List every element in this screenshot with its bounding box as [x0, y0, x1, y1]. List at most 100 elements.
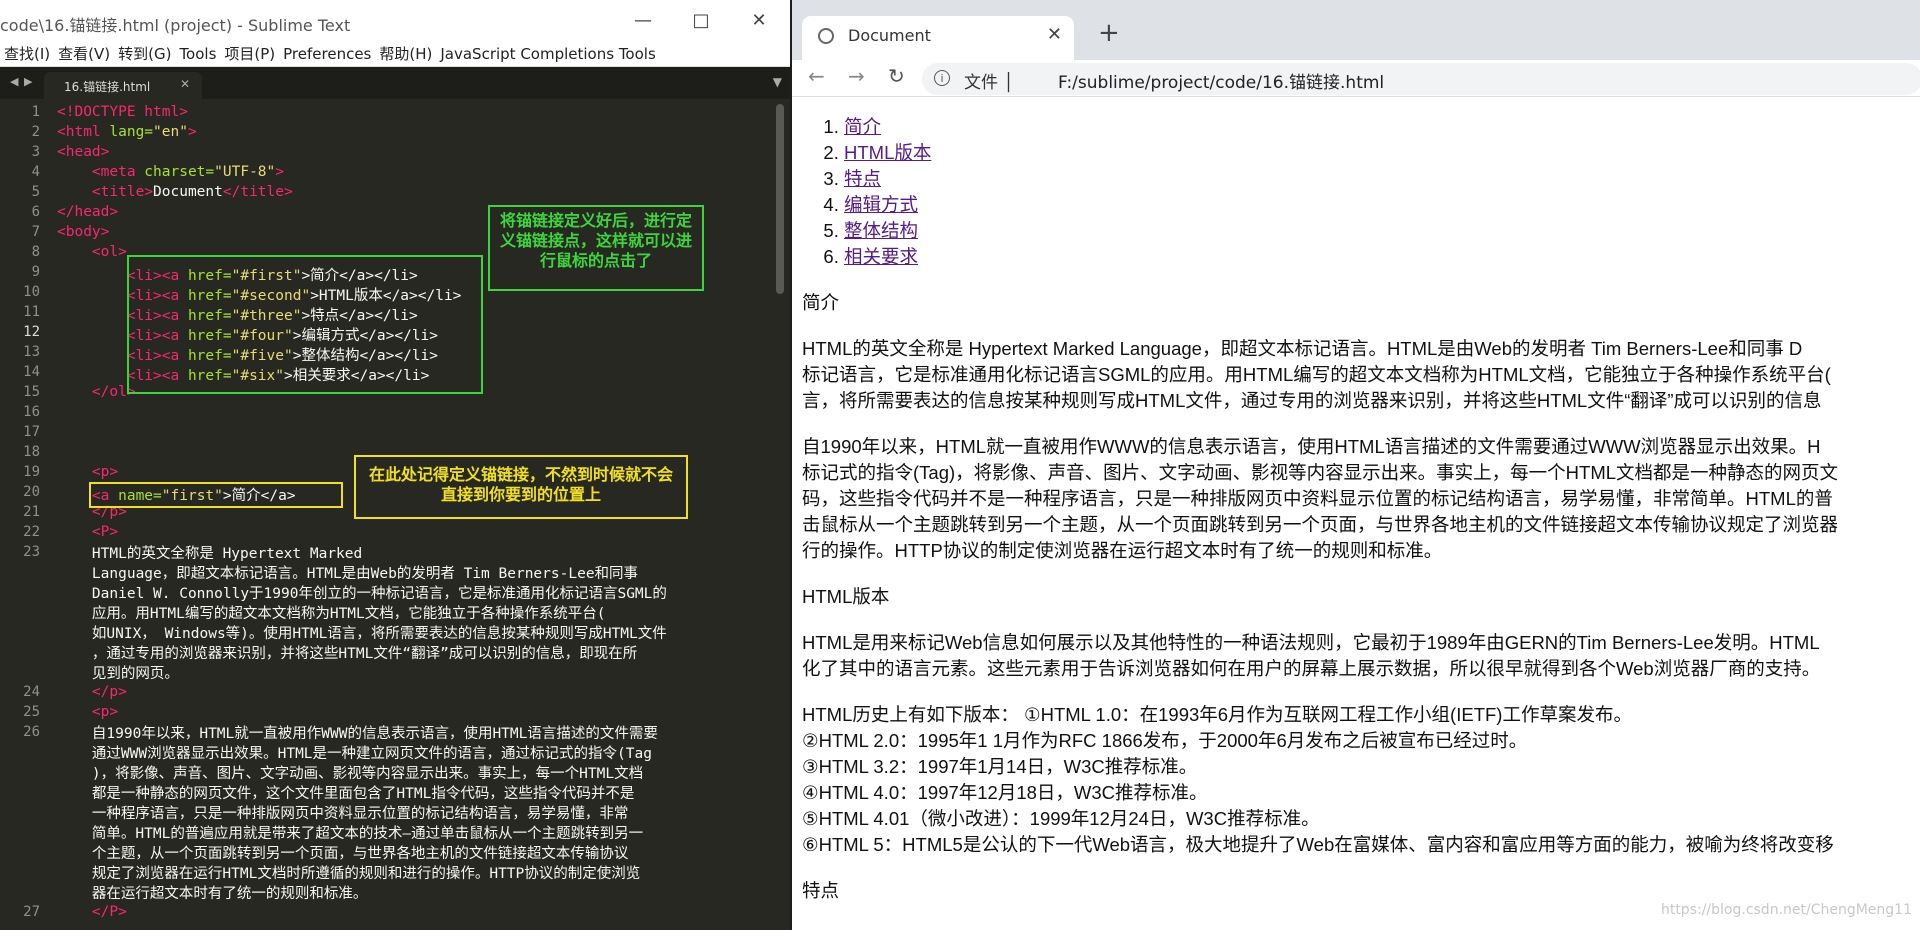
line-number: 18 [23, 444, 40, 460]
file-label-text: 文件 [964, 73, 998, 93]
code-line-22: <P> [57, 524, 119, 540]
link-intro[interactable]: 简介 [844, 116, 881, 137]
sublime-tab-bar: ◀ ▶ 16.锚链接.html ✕ ▼ [0, 67, 790, 99]
menu-tools[interactable]: Tools [175, 42, 220, 66]
menu-help[interactable]: 帮助(H) [375, 42, 436, 66]
forward-arrow-icon[interactable]: → [848, 64, 865, 88]
code-token: lang= [100, 124, 154, 140]
editor-scrollbar[interactable] [776, 104, 784, 294]
menu-goto[interactable]: 转到(G) [114, 42, 175, 66]
code-token: "en" [153, 124, 188, 140]
browser-tab-bar: Document ✕ + [792, 0, 1920, 60]
code-token: Document [153, 184, 223, 200]
close-icon[interactable]: ✕ [748, 10, 770, 32]
green-highlight-box [127, 255, 483, 394]
tab-close-icon[interactable]: ✕ [180, 77, 190, 91]
menu-project[interactable]: 项目(P) [220, 42, 279, 66]
line-number: 21 [23, 504, 40, 520]
browser-window: Document ✕ + ← → ↻ i 文件 │ F:/sublime/pro… [792, 0, 1920, 930]
version-line: ⑤HTML 4.01（微小改进）：1999年12月24日，W3C推荐标准。 [802, 808, 1320, 829]
line-number: 16 [23, 404, 40, 420]
line-number-current: 12 [23, 324, 40, 340]
code-line-24: </p> [57, 684, 127, 700]
list-item: 编辑方式 [844, 192, 1920, 218]
sublime-menu-bar: 查找(I) 查看(V) 转到(G) Tools 项目(P) Preferences 帮助(H… [0, 42, 790, 67]
line-number: 27 [23, 904, 40, 920]
list-item: 整体结构 [844, 218, 1920, 244]
tab-left-arrow-icon[interactable]: ◀ [10, 75, 18, 88]
line-number: 10 [23, 284, 40, 300]
code-line-26: 自1990年以来，HTML就一直被用作WWW的信息表示语言，使用HTML语言描述… [91, 726, 658, 902]
line-number: 26 [23, 724, 40, 740]
link-requirements[interactable]: 相关要求 [844, 246, 918, 267]
tab-list-dropdown-icon[interactable]: ▼ [773, 75, 782, 89]
line-number: 14 [23, 364, 40, 380]
code-token: "UTF-8" [214, 164, 276, 180]
code-line-3: <head> [57, 144, 110, 160]
line-number: 25 [23, 704, 40, 720]
link-structure[interactable]: 整体结构 [844, 220, 918, 241]
page-content: 简介 HTML版本 特点 编辑方式 整体结构 相关要求 简介 HTML的英文全称… [802, 114, 1920, 904]
line-number: 19 [23, 464, 40, 480]
version-line: HTML历史上有如下版本： ①HTML 1.0：在1993年6月作为互联网工程工… [802, 704, 1632, 725]
paragraph-line: 化了其中的语言元素。这些元素用于告诉浏览器如何在用户的屏幕上展示数据，所以很早就… [802, 658, 1821, 679]
menu-preferences[interactable]: Preferences [279, 42, 375, 66]
browser-tab[interactable]: Document ✕ [802, 16, 1074, 60]
paragraph-line: HTML的英文全称是 Hypertext Marked Language，即超文… [802, 338, 1803, 359]
yellow-highlight-box [89, 482, 343, 508]
tab-close-icon[interactable]: ✕ [1047, 24, 1062, 45]
line-number: 1 [31, 104, 40, 120]
paragraph-line: 言，将所需要表达的信息按某种规则写成HTML文件，通过专用的浏览器来识别，并将这… [802, 390, 1822, 411]
paragraph-line: 自1990年以来，HTML就一直被用作WWW的信息表示语言，使用HTML语言描述… [802, 436, 1821, 457]
version-line: ②HTML 2.0：1995年1 1月作为RFC 1866发布，于2000年6月… [802, 730, 1528, 751]
file-tab[interactable]: 16.锚链接.html ✕ [44, 72, 202, 99]
minimize-icon[interactable]: — [632, 10, 654, 32]
code-token: > [275, 164, 284, 180]
line-number: 22 [23, 524, 40, 540]
list-item: 相关要求 [844, 244, 1920, 270]
browser-toolbar: ← → ↻ i 文件 │ F:/sublime/project/code/16.… [792, 60, 1920, 97]
maximize-icon[interactable]: □ [690, 10, 712, 32]
link-html-version[interactable]: HTML版本 [844, 142, 931, 163]
browser-tab-title: Document [848, 26, 931, 45]
reload-icon[interactable]: ↻ [888, 64, 905, 88]
paragraph-line: 标记式的指令(Tag)，将影像、声音、图片、文字动画、影视等内容显示出来。事实上… [802, 462, 1839, 483]
tab-right-arrow-icon[interactable]: ▶ [24, 75, 32, 88]
code-token: > [187, 124, 197, 140]
address-url[interactable]: F:/sublime/project/code/16.锚链接.html [1058, 68, 1384, 93]
line-number: 3 [31, 144, 40, 160]
menu-find[interactable]: 查找(I) [0, 42, 54, 66]
address-bar[interactable]: i 文件 │ F:/sublime/project/code/16.锚链接.ht… [922, 63, 1920, 95]
line-number: 13 [23, 344, 40, 360]
menu-view[interactable]: 查看(V) [54, 42, 114, 66]
code-token: <meta [57, 164, 136, 180]
back-arrow-icon[interactable]: ← [808, 64, 825, 88]
link-edit-methods[interactable]: 编辑方式 [844, 194, 918, 215]
list-item: HTML版本 [844, 140, 1920, 166]
version-line: ⑥HTML 5：HTML5是公认的下一代Web语言，极大地提升了Web在富媒体、… [802, 834, 1834, 855]
link-features[interactable]: 特点 [844, 168, 881, 189]
code-line-5: <title>Document</title> [57, 184, 293, 200]
sublime-window: code\16.锚链接.html (project) - Sublime Tex… [0, 0, 792, 930]
code-line-1: <!DOCTYPE html> [57, 104, 188, 120]
line-number: 4 [31, 164, 40, 180]
new-tab-plus-icon[interactable]: + [1098, 18, 1120, 48]
sublime-window-title: code\16.锚链接.html (project) - Sublime Tex… [0, 16, 351, 35]
code-line-25: <p> [57, 704, 119, 720]
code-line-7: <body> [57, 224, 110, 240]
code-token: <html [57, 124, 101, 140]
info-icon[interactable]: i [934, 70, 950, 86]
line-number: 20 [23, 484, 40, 500]
paragraph-line: 标记语言，它是标准通用化标记语言SGML的应用。用HTML编写的超文本文档称为H… [802, 364, 1831, 385]
line-number: 17 [23, 424, 40, 440]
menu-js-completions[interactable]: JavaScript Completions Tools [436, 42, 659, 66]
globe-icon [818, 28, 834, 44]
code-line-27: </P> [57, 904, 127, 920]
yellow-annotation-note: 在此处记得定义锚链接，不然到时候就不会直接到你要到的位置上 [354, 455, 688, 519]
code-line-8: <ol> [57, 244, 127, 260]
address-file-label: 文件 │ [964, 73, 1014, 93]
line-number: 8 [31, 244, 40, 260]
version-line: ③HTML 3.2：1997年1月14日，W3C推荐标准。 [802, 756, 1198, 777]
watermark: https://blog.csdn.net/ChengMeng11 [1660, 902, 1912, 918]
line-number: 5 [31, 184, 40, 200]
